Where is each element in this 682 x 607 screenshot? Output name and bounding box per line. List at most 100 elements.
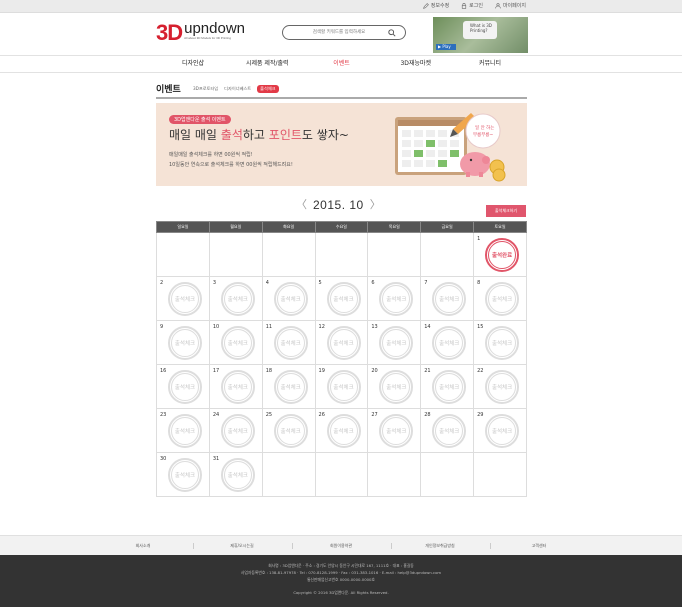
calendar-week-row: 2 출석체크 3 출석체크 4 출석체크 5 출석체크 6 출석체크 7 출석체크 8 출석체크 [156,276,527,321]
promo-video[interactable]: What is 3D Printing? ▶ Play [433,17,528,53]
calendar-day-cell: 17 출석체크 [208,364,263,409]
prev-month-arrow[interactable]: 〈 [296,199,307,211]
attendance-check-stamp[interactable]: 출석체크 [485,370,520,404]
search-input[interactable] [291,28,387,37]
video-play-button[interactable]: ▶ Play [436,44,456,50]
attendance-check-stamp[interactable]: 출석체크 [379,326,414,360]
day-number: 9 [160,324,164,330]
site-logo[interactable]: 3D upndown All about 3D Models for 3D Pr… [156,21,245,44]
attendance-check-stamp[interactable]: 출석체크 [326,326,361,360]
attendance-check-stamp[interactable]: 출석체크 [485,326,520,360]
attendance-check-stamp[interactable]: 출석체크 [432,414,467,448]
nav-item-event[interactable]: 이벤트 [305,56,379,72]
attendance-check-stamp[interactable]: 출석체크 [379,282,414,316]
attendance-check-stamp[interactable]: 출석체크 [273,326,308,360]
calendar-day-cell: 19 출석체크 [314,364,369,409]
attendance-check-stamp[interactable]: 출석체크 [220,370,255,404]
attendance-check-stamp[interactable]: 출석체크 [379,370,414,404]
calendar-empty-cell [420,452,475,497]
month-title: 2015. 10 [313,198,364,212]
calendar-day-cell: 23 출석체크 [156,408,210,453]
calendar-day-cell: 8 출석체크 [473,276,527,321]
subnav-item-designer-best[interactable]: 디자이너베스트 [224,86,251,92]
attendance-check-stamp[interactable]: 출석체크 [168,326,202,360]
attendance-check-stamp[interactable]: 출석체크 [273,414,308,448]
attendance-check-stamp[interactable]: 출석체크 [220,458,255,492]
top-link-edit[interactable]: 정보수정 [422,2,449,9]
calendar-empty-cell [367,452,422,497]
attendance-check-stamp[interactable]: 출석체크 [432,370,467,404]
day-number: 29 [477,412,484,418]
attendance-check-stamp[interactable]: 출석체크 [220,326,255,360]
weekday-header: 화요일 [261,221,316,233]
calendar-empty-cell [314,232,369,277]
day-number: 11 [265,324,273,330]
stamp-label: 출석체크 [488,329,517,357]
attendance-check-stamp[interactable]: 출석체크 [326,282,361,316]
attendance-check-stamp[interactable]: 출석체크 [220,414,255,448]
calendar-day-cell: 5 출석체크 [314,276,369,321]
attendance-check-stamp[interactable]: 출석체크 [168,458,202,492]
footer-link-privacy[interactable]: 개인정보취급방침 [390,536,490,555]
weekday-header: 월요일 [208,221,263,233]
attendance-check-stamp[interactable]: 출석체크 [326,370,361,404]
nav-item-design-shop[interactable]: 디자인샵 [156,56,230,72]
stamp-label: 출석체크 [329,285,358,313]
day-number: 19 [318,368,325,374]
next-month-arrow[interactable]: 〉 [370,199,381,211]
stamp-label: 출석체크 [435,373,464,401]
attendance-check-stamp[interactable]: 출석체크 [432,282,467,316]
attendance-check-stamp[interactable]: 출석체크 [168,370,202,404]
attendance-check-stamp[interactable]: 출석체크 [379,414,414,448]
day-number: 16 [160,368,167,374]
day-number: 15 [477,324,484,330]
stamp-label: 출석체크 [171,461,199,489]
day-number: 12 [318,324,325,330]
calendar-day-cell: 14 출석체크 [420,320,475,365]
day-number: 27 [371,412,378,418]
calendar-day-cell: 20 출석체크 [367,364,422,409]
subnav-item-attendance[interactable]: 출석체크 [257,85,279,93]
attendance-check-stamp[interactable]: 출석체크 [168,282,202,316]
attendance-check-stamp[interactable]: 출석체크 [432,326,467,360]
attendance-check-button[interactable]: 출석체크하기 [486,205,526,217]
day-number: 21 [424,368,431,374]
attendance-check-stamp[interactable]: 출석체크 [273,282,308,316]
search-icon[interactable] [388,29,396,37]
day-number: 31 [212,456,220,462]
attendance-check-stamp[interactable]: 출석체크 [485,282,520,316]
nav-item-talent-market[interactable]: 3D재능마켓 [379,56,453,72]
subnav-item-prototype[interactable]: 3D프로토타입 [193,86,218,92]
attendance-check-stamp[interactable]: 출석체크 [168,414,202,448]
top-link-login[interactable]: 로그인 [461,2,483,9]
calendar-day-cell: 16 출석체크 [156,364,210,409]
nav-item-community[interactable]: 커뮤니티 [453,56,527,72]
footer-link-support[interactable]: 고객센터 [489,536,589,555]
stamp-label: 출석체크 [276,417,305,445]
footer-link-about[interactable]: 회사소개 [94,536,193,555]
search-box [282,25,406,40]
footer-link-partnership[interactable]: 제휴/오시는길 [192,536,292,555]
attendance-check-stamp[interactable]: 출석체크 [326,414,361,448]
day-number: 3 [212,280,217,286]
day-number: 7 [424,280,428,286]
calendar-week-row: 16 출석체크 17 출석체크 18 출석체크 19 출석체크 20 출석체크 21 출석체크 22 출석… [156,364,527,409]
attendance-check-stamp[interactable]: 출석체크 [485,414,520,448]
footer-link-terms[interactable]: 회원이용약관 [291,536,391,555]
attendance-check-stamp[interactable]: 출석체크 [220,282,255,316]
nav-item-prototype[interactable]: 시제품 제작/출력 [230,56,304,72]
weekday-header-row: 일요일 월요일 화요일 수요일 목요일 금요일 토요일 [156,221,527,233]
day-number: 1 [477,236,481,242]
weekday-header: 토요일 [473,221,527,233]
headline-part: 도 쌓자~ [301,128,349,142]
attendance-done-stamp[interactable]: 출석완료 [485,238,520,272]
top-link-mypage[interactable]: 마이페이지 [495,2,526,9]
stamp-label: 출석체크 [435,417,464,445]
calendar-day-cell: 12 출석체크 [314,320,369,365]
site-footer: 회사명 : 3D업앤다운 · 주소 : 경기도 안양시 동안구 시민대로 167… [0,555,682,607]
stamp-label: 출석체크 [276,373,305,401]
stamp-label: 출석체크 [382,373,411,401]
attendance-check-stamp[interactable]: 출석체크 [273,370,308,404]
calendar-day-cell: 22 출석체크 [473,364,527,409]
stamp-label: 출석체크 [276,329,305,357]
